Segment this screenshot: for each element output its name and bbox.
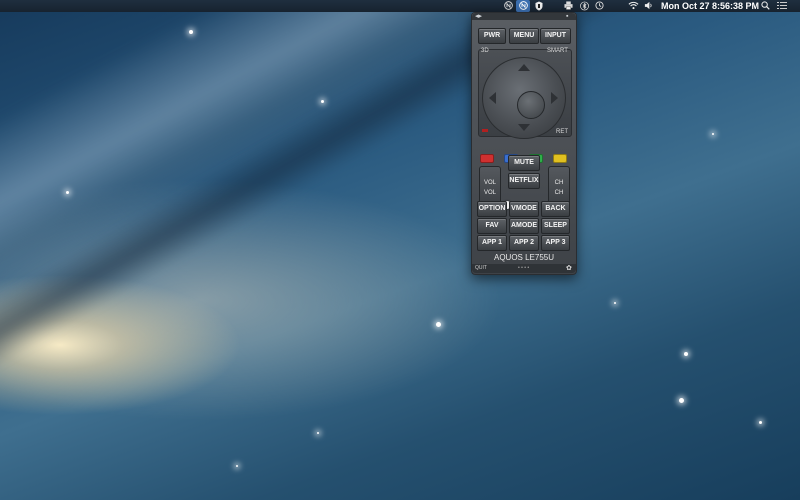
vol-down-label[interactable]: VOL bbox=[480, 190, 500, 196]
pwr-button[interactable]: PWR bbox=[478, 28, 506, 44]
back-button[interactable]: BACK bbox=[541, 201, 570, 217]
star bbox=[66, 191, 69, 194]
shield-icon[interactable] bbox=[534, 0, 544, 12]
gear-icon[interactable]: ✿ bbox=[566, 264, 572, 272]
arrows-icon[interactable]: ◂▸ bbox=[475, 13, 482, 20]
remote-footer: QUIT • • • • ✿ bbox=[472, 264, 576, 273]
star bbox=[759, 421, 762, 424]
down-arrow-icon[interactable] bbox=[518, 124, 530, 131]
exit-marker-icon[interactable] bbox=[482, 129, 488, 132]
sleep-button[interactable]: SLEEP bbox=[541, 218, 570, 234]
resize-grip-icon[interactable]: • • • • bbox=[518, 265, 529, 271]
star bbox=[679, 398, 684, 403]
vol-up-label[interactable]: VOL bbox=[480, 180, 500, 186]
ch-down-label[interactable]: CH bbox=[549, 190, 569, 196]
volume-icon[interactable] bbox=[643, 0, 653, 12]
n-app-icon[interactable] bbox=[503, 0, 513, 12]
list-icon[interactable] bbox=[776, 0, 788, 12]
app2-button[interactable]: APP 2 bbox=[509, 235, 539, 251]
star bbox=[436, 322, 441, 327]
smart-label[interactable]: SMART bbox=[547, 48, 568, 54]
fav-button[interactable]: FAV bbox=[477, 218, 507, 234]
menu-bar: Mon Oct 27 8:56:38 PM bbox=[0, 0, 800, 12]
lock-icon[interactable]: ▪ bbox=[566, 13, 568, 20]
ch-up-label[interactable]: CH bbox=[549, 180, 569, 186]
right-arrow-icon[interactable] bbox=[551, 92, 558, 104]
app3-button[interactable]: APP 3 bbox=[541, 235, 570, 251]
time-machine-icon[interactable] bbox=[594, 0, 604, 12]
tv-model-label: AQUOS LE755U bbox=[493, 253, 555, 262]
star bbox=[189, 30, 193, 34]
menu-clock[interactable]: Mon Oct 27 8:56:38 PM bbox=[661, 0, 759, 12]
quit-button[interactable]: QUIT bbox=[475, 265, 487, 271]
star bbox=[712, 133, 714, 135]
printer-icon[interactable] bbox=[563, 0, 573, 12]
remote-title-strip bbox=[472, 13, 576, 20]
vmode-button[interactable]: VMODE bbox=[509, 201, 539, 217]
n-active-icon[interactable] bbox=[516, 0, 530, 12]
menu-button[interactable]: MENU bbox=[509, 28, 539, 44]
app1-button[interactable]: APP 1 bbox=[477, 235, 507, 251]
option-button[interactable]: OPTION bbox=[477, 201, 507, 217]
wifi-icon[interactable] bbox=[627, 0, 639, 12]
tv-remote-panel: ◂▸ ▪ PWR MENU INPUT 3D SMART RET VOL VOL… bbox=[471, 12, 577, 275]
red-color-button[interactable] bbox=[480, 154, 494, 163]
up-arrow-icon[interactable] bbox=[518, 64, 530, 71]
star bbox=[684, 352, 688, 356]
amode-button[interactable]: AMODE bbox=[509, 218, 539, 234]
return-label[interactable]: RET bbox=[556, 129, 568, 135]
input-button[interactable]: INPUT bbox=[540, 28, 571, 44]
search-icon[interactable] bbox=[760, 0, 770, 12]
netflix-button[interactable]: NETFLIX bbox=[508, 173, 540, 189]
three-d-label[interactable]: 3D bbox=[481, 48, 489, 54]
star bbox=[236, 465, 238, 467]
yellow-color-button[interactable] bbox=[553, 154, 567, 163]
star bbox=[321, 100, 324, 103]
dpad-enter-button[interactable] bbox=[517, 91, 545, 119]
mute-button[interactable]: MUTE bbox=[508, 155, 540, 171]
star bbox=[317, 432, 319, 434]
bluetooth-icon[interactable] bbox=[579, 0, 589, 12]
dpad[interactable] bbox=[482, 57, 566, 139]
left-arrow-icon[interactable] bbox=[489, 92, 496, 104]
star bbox=[614, 302, 616, 304]
